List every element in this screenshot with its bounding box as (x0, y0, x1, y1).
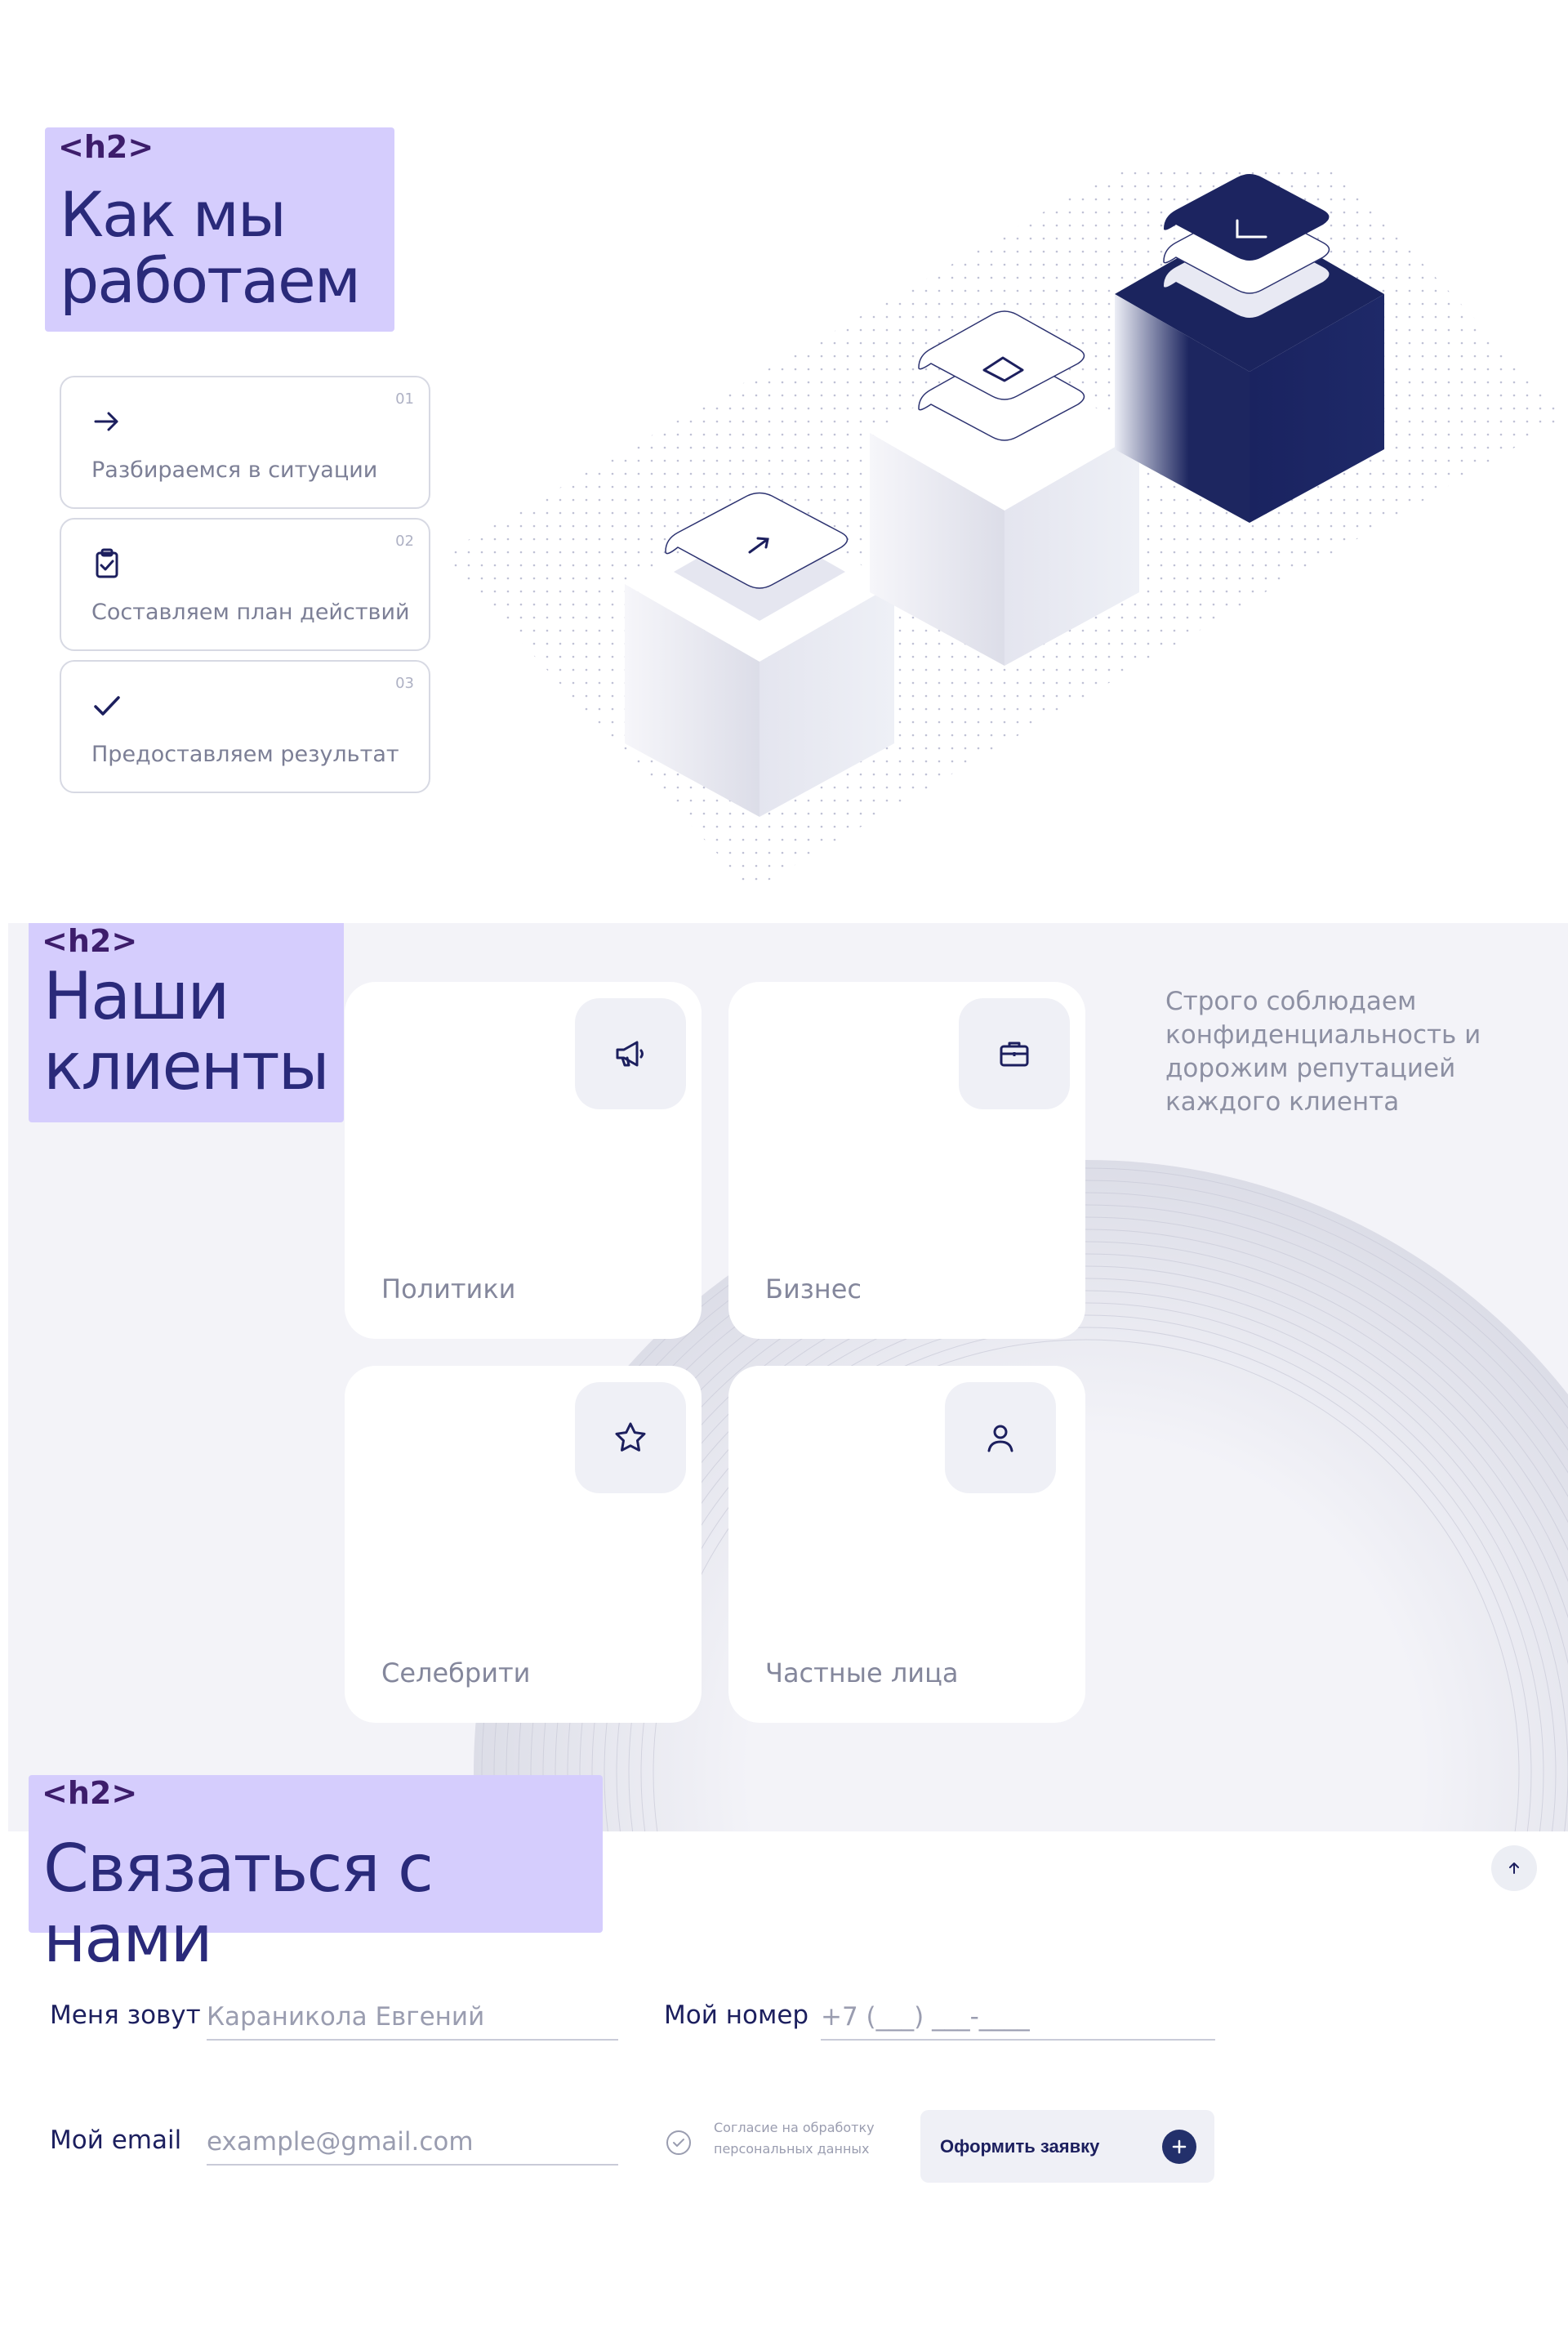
h2-tag-label: <h2> (58, 129, 154, 165)
section-title: Наши клиенты (43, 958, 330, 1104)
step-number: 02 (395, 533, 414, 550)
card-icon-box (575, 1382, 686, 1493)
card-label: Частные лица (765, 1657, 959, 1688)
name-label: Меня зовут (50, 2001, 201, 2030)
consent-checkbox[interactable]: Согласие на обработку персональных данны… (665, 2117, 910, 2166)
h2-tag-label: <h2> (42, 1775, 138, 1811)
step-card-1: 01 Разбираемся в ситуации (60, 376, 430, 509)
plus-icon (1162, 2130, 1196, 2164)
card-label: Селебрити (381, 1657, 531, 1688)
step-label: Предоставляем результат (91, 742, 399, 767)
section-heading-how-we-work: <h2> Как мы работаем (45, 127, 394, 332)
consent-text: Согласие на обработку персональных данны… (714, 2120, 875, 2157)
email-input[interactable] (207, 2120, 618, 2166)
section-heading-clients: <h2> Наши клиенты (29, 923, 344, 1122)
submit-label: Оформить заявку (940, 2135, 1100, 2157)
megaphone-icon (616, 1041, 644, 1067)
step-label: Составляем план действий (91, 600, 410, 625)
section-title: Связаться с нами (43, 1831, 434, 1977)
arrow-right-icon (94, 412, 118, 431)
clients-description: Строго соблюдаем конфиденциальность и до… (1165, 987, 1481, 1117)
user-icon (987, 1425, 1013, 1452)
card-label: Политики (381, 1274, 516, 1305)
h2-tag-label: <h2> (42, 923, 138, 959)
client-card-celebrities[interactable]: Селебрити (345, 1366, 702, 1723)
step-number: 01 (395, 390, 414, 408)
check-circle-icon (666, 2130, 691, 2155)
clipboard-check-icon (96, 548, 118, 578)
card-icon-box (575, 998, 686, 1109)
step-card-3: 03 Предоставляем результат (60, 660, 430, 793)
card-label: Бизнес (765, 1274, 862, 1305)
step-number: 03 (395, 675, 414, 692)
section-heading-contact: <h2> Связаться с нами (29, 1775, 603, 1974)
checkmark-icon (94, 696, 120, 716)
step-label: Разбираемся в ситуации (91, 457, 378, 483)
client-card-business[interactable]: Бизнес (728, 982, 1085, 1339)
scroll-to-top-button[interactable] (1491, 1845, 1537, 1891)
briefcase-icon (1000, 1042, 1029, 1067)
section-title: Как мы работаем (60, 178, 361, 318)
arrow-up-icon (1509, 1862, 1519, 1874)
step-card-2: 02 Составляем план действий (60, 518, 430, 651)
card-icon-box (945, 1382, 1056, 1493)
client-card-politicians[interactable]: Политики (345, 982, 702, 1339)
submit-request-button[interactable]: Оформить заявку (920, 2110, 1214, 2183)
name-input[interactable] (207, 1995, 618, 2041)
phone-input[interactable] (821, 1995, 1215, 2041)
email-label: Мой email (50, 2126, 182, 2155)
phone-label: Мой номер (664, 2001, 809, 2030)
star-icon (615, 1422, 646, 1452)
client-card-individuals[interactable]: Частные лица (728, 1366, 1085, 1723)
isometric-cubes-illustration (441, 172, 1568, 890)
card-icon-box (959, 998, 1070, 1109)
